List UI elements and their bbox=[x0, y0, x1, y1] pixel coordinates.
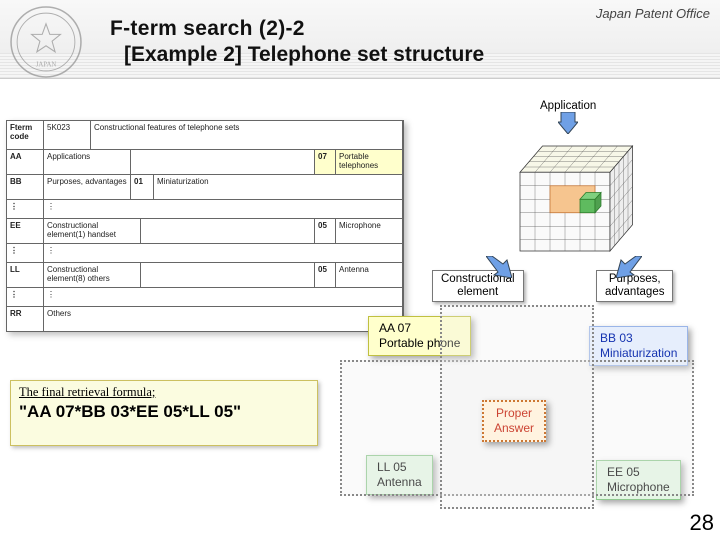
retrieval-label: The final retrieval formula; bbox=[19, 385, 309, 400]
title-line-2: [Example 2] Telephone set structure bbox=[124, 42, 484, 68]
retrieval-formula: "AA 07*BB 03*EE 05*LL 05" bbox=[19, 402, 309, 422]
title-line-1: F-term search (2)-2 bbox=[110, 16, 484, 42]
retrieval-box: The final retrieval formula; "AA 07*BB 0… bbox=[10, 380, 318, 446]
svg-text:JAPAN: JAPAN bbox=[36, 61, 57, 68]
table-code-header: Fterm code bbox=[7, 121, 44, 149]
theme-code: 5K023 bbox=[44, 121, 91, 149]
row-rr-desc: Others bbox=[44, 307, 403, 331]
row-ee-desc: Constructional element(1) handset bbox=[44, 219, 141, 243]
row-ee-05-val: Microphone bbox=[336, 219, 403, 243]
callout-bb03-code: BB 03 bbox=[600, 331, 677, 346]
row-aa-desc: Applications bbox=[44, 150, 131, 174]
row-rr-code: RR bbox=[7, 307, 44, 331]
row-bb-01-val: Miniaturization bbox=[154, 175, 403, 199]
org-label: Japan Patent Office bbox=[596, 6, 710, 21]
arrow-down-icon bbox=[558, 112, 578, 134]
row-bb-code: BB bbox=[7, 175, 44, 199]
row-ll-05-val: Antenna bbox=[336, 263, 403, 287]
row-bb-desc: Purposes, advantages bbox=[44, 175, 131, 199]
row-ee-05: 05 bbox=[315, 219, 336, 243]
arrow-diag-right-icon bbox=[616, 256, 642, 278]
row-aa-07-val: Portable telephones bbox=[336, 150, 403, 174]
jpo-seal-logo: JAPAN bbox=[8, 4, 84, 80]
callout-proper-answer: Proper Answer bbox=[482, 400, 546, 442]
arrow-diag-left-icon bbox=[486, 256, 512, 278]
row-ll-code: LL bbox=[7, 263, 44, 287]
row-ee-code: EE bbox=[7, 219, 44, 243]
row-aa-code: AA bbox=[7, 150, 44, 174]
fterm-table-sheet: Fterm code 5K023 Constructional features… bbox=[6, 120, 404, 332]
slide-title: F-term search (2)-2 [Example 2] Telephon… bbox=[110, 16, 484, 69]
row-ll-05: 05 bbox=[315, 263, 336, 287]
callout-bb03-text: Miniaturization bbox=[600, 346, 677, 361]
row-ll-desc: Constructional element(8) others bbox=[44, 263, 141, 287]
row-bb-01: 01 bbox=[131, 175, 154, 199]
row-aa-07: 07 bbox=[315, 150, 336, 174]
page-number: 28 bbox=[690, 510, 714, 536]
table-header-text: Constructional features of telephone set… bbox=[91, 121, 403, 149]
